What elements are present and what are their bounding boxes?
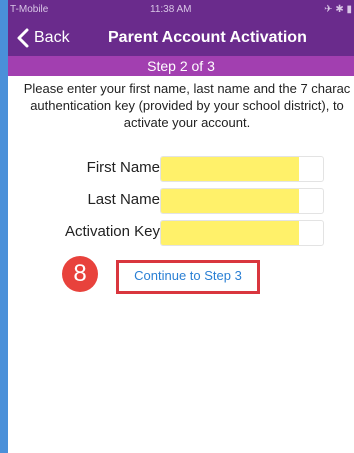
activation-key-field-box [160, 220, 324, 246]
instructions-line: activate your account. [123, 115, 251, 130]
instructions-text: Please enter your first name, last name … [8, 80, 354, 131]
last-name-label: Last Name [87, 191, 160, 208]
back-button[interactable]: Back [14, 26, 70, 50]
nav-bar: Back Parent Account Activation [8, 20, 354, 56]
chevron-left-icon [14, 26, 34, 50]
first-name-row: First Name [8, 156, 354, 182]
first-name-field-box [160, 156, 324, 182]
continue-button[interactable]: Continue to Step 3 [116, 260, 260, 294]
status-bar: T-Mobile 11:38 AM ✈ ✱ ▮ [8, 0, 354, 20]
activation-key-row: Activation Key [8, 220, 354, 246]
status-icons: ✈ ✱ ▮ [324, 4, 352, 15]
back-label: Back [34, 29, 70, 46]
last-name-field[interactable] [161, 189, 321, 213]
activation-key-field[interactable] [161, 221, 321, 245]
last-name-field-box [160, 188, 324, 214]
step-number-badge: 8 [62, 256, 98, 292]
last-name-row: Last Name [8, 188, 354, 214]
instructions-line: authentication key (provided by your sch… [30, 98, 344, 113]
status-time: 11:38 AM [150, 4, 192, 15]
first-name-field[interactable] [161, 157, 321, 181]
first-name-label: First Name [86, 159, 160, 176]
step-indicator: Step 2 of 3 [8, 56, 354, 76]
left-frame-edge [0, 0, 8, 453]
status-carrier: T-Mobile [10, 4, 49, 15]
phone-screen: T-Mobile 11:38 AM ✈ ✱ ▮ Back Parent Acco… [8, 0, 354, 453]
activation-key-label: Activation Key [64, 223, 160, 240]
instructions-line: Please enter your first name, last name … [23, 81, 351, 96]
page-title: Parent Account Activation [108, 29, 307, 46]
